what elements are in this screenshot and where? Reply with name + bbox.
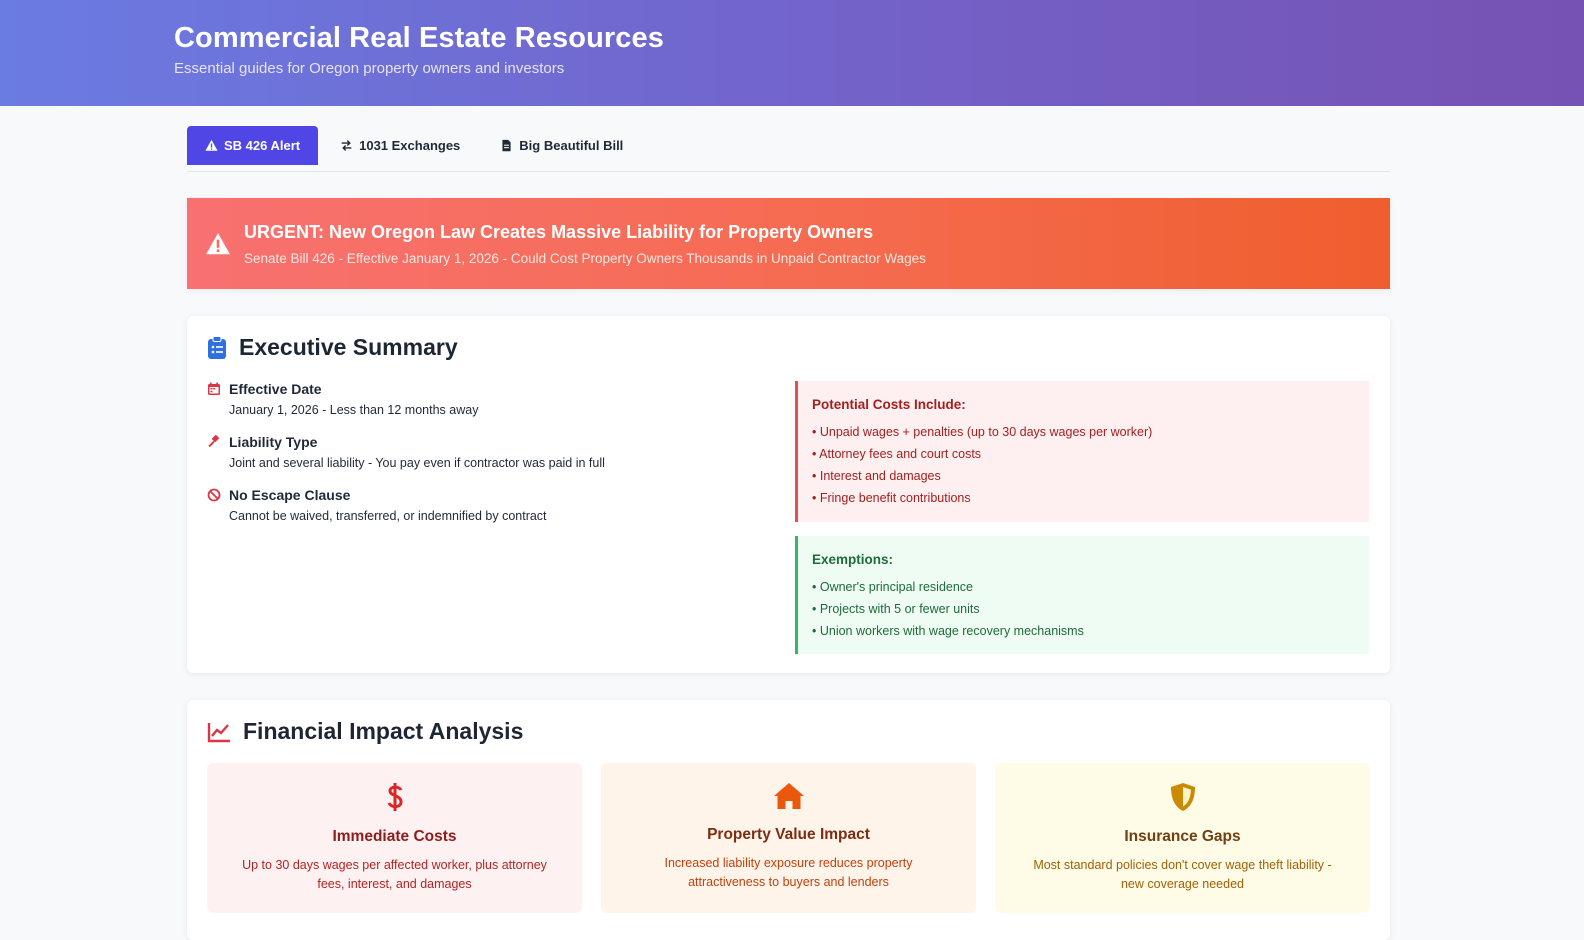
tab-bar: SB 426 Alert 1031 Exchanges Big Beautifu… bbox=[187, 126, 1390, 172]
executive-summary-card: Executive Summary Effective Date January… bbox=[187, 316, 1390, 673]
item-title: Effective Date bbox=[229, 381, 322, 397]
urgent-alert-banner: URGENT: New Oregon Law Creates Massive L… bbox=[187, 198, 1390, 289]
liability-type-item: Liability Type Joint and several liabili… bbox=[207, 434, 795, 470]
item-description: January 1, 2026 - Less than 12 months aw… bbox=[229, 403, 479, 417]
immediate-costs-card: Immediate Costs Up to 30 days wages per … bbox=[207, 763, 582, 913]
tab-sb426-alert[interactable]: SB 426 Alert bbox=[187, 126, 319, 165]
section-title: Financial Impact Analysis bbox=[243, 718, 524, 744]
no-escape-clause-item: No Escape Clause Cannot be waived, trans… bbox=[207, 487, 795, 523]
ban-icon bbox=[207, 488, 221, 502]
item-title: Liability Type bbox=[229, 434, 318, 450]
insurance-gaps-card: Insurance Gaps Most standard policies do… bbox=[995, 763, 1370, 913]
gavel-icon bbox=[208, 435, 219, 448]
warning-icon bbox=[205, 139, 218, 151]
warning-icon bbox=[206, 232, 230, 254]
card-title: Property Value Impact bbox=[707, 826, 870, 843]
list-item: • Projects with 5 or fewer units bbox=[812, 602, 980, 616]
shield-icon bbox=[1170, 783, 1195, 811]
line-chart-icon bbox=[207, 722, 230, 742]
card-title: Immediate Costs bbox=[332, 828, 457, 845]
section-title: Executive Summary bbox=[239, 334, 458, 360]
summary-details: Effective Date January 1, 2026 - Less th… bbox=[207, 381, 795, 668]
item-title: No Escape Clause bbox=[229, 487, 351, 503]
alert-title: URGENT: New Oregon Law Creates Massive L… bbox=[244, 222, 874, 242]
tab-label: SB 426 Alert bbox=[224, 138, 301, 153]
tab-1031-exchanges[interactable]: 1031 Exchanges bbox=[322, 126, 478, 165]
list-item: • Unpaid wages + penalties (up to 30 day… bbox=[812, 425, 1153, 439]
alert-subtitle: Senate Bill 426 - Effective January 1, 2… bbox=[244, 251, 926, 266]
clipboard-icon bbox=[208, 335, 226, 359]
list-item: • Union workers with wage recovery mecha… bbox=[812, 624, 1084, 638]
item-description: Joint and several liability - You pay ev… bbox=[229, 456, 605, 470]
list-item: • Fringe benefit contributions bbox=[812, 491, 971, 505]
card-title: Insurance Gaps bbox=[1124, 828, 1241, 845]
home-icon bbox=[773, 783, 804, 809]
tab-label: Big Beautiful Bill bbox=[519, 138, 624, 153]
executive-summary-heading: Executive Summary bbox=[207, 334, 1370, 361]
exemptions-box: Exemptions: • Owner's principal residenc… bbox=[795, 536, 1369, 654]
card-description: Up to 30 days wages per affected worker,… bbox=[242, 858, 547, 891]
calendar-icon bbox=[208, 382, 220, 395]
list-item: • Attorney fees and court costs bbox=[812, 447, 982, 461]
tab-label: 1031 Exchanges bbox=[359, 138, 461, 153]
list-item: • Owner's principal residence bbox=[812, 580, 973, 594]
card-description: Most standard policies don't cover wage … bbox=[1033, 858, 1332, 891]
list-item: • Interest and damages bbox=[812, 469, 941, 483]
effective-date-item: Effective Date January 1, 2026 - Less th… bbox=[207, 381, 795, 417]
potential-costs-box: Potential Costs Include: • Unpaid wages … bbox=[795, 381, 1369, 522]
exchange-icon bbox=[341, 140, 352, 151]
tab-big-beautiful-bill[interactable]: Big Beautiful Bill bbox=[482, 126, 641, 165]
potential-costs-title: Potential Costs Include: bbox=[812, 397, 966, 412]
card-description: Increased liability exposure reduces pro… bbox=[664, 856, 913, 889]
page-title: Commercial Real Estate Resources bbox=[174, 22, 664, 54]
item-description: Cannot be waived, transferred, or indemn… bbox=[229, 509, 547, 523]
financial-impact-card: Financial Impact Analysis Immediate Cost… bbox=[187, 700, 1390, 940]
document-icon bbox=[502, 139, 511, 152]
page-header: Commercial Real Estate Resources Essenti… bbox=[0, 0, 1584, 106]
property-value-impact-card: Property Value Impact Increased liabilit… bbox=[601, 763, 976, 913]
exemptions-title: Exemptions: bbox=[812, 552, 894, 567]
dollar-icon bbox=[387, 783, 403, 811]
page-subtitle: Essential guides for Oregon property own… bbox=[174, 60, 565, 77]
financial-impact-heading: Financial Impact Analysis bbox=[207, 718, 1370, 745]
